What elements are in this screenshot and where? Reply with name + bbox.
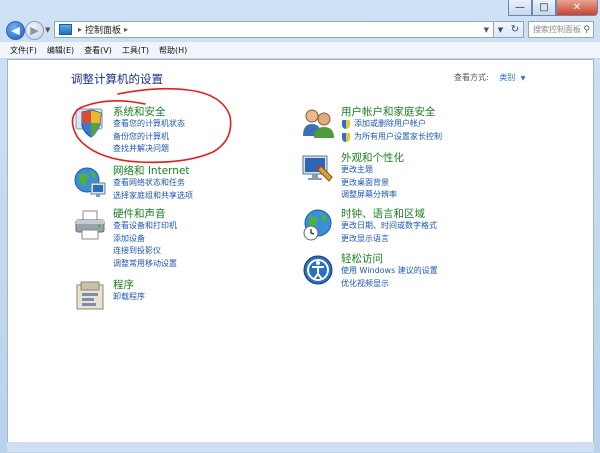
close-button[interactable]: ✕ [556,0,598,16]
category-title[interactable]: 外观和个性化 [341,150,404,165]
category-title[interactable]: 程序 [113,277,134,292]
link-connect-projector[interactable]: 连接到投影仪 [113,245,177,258]
link-backup-computer[interactable]: 备份您的计算机 [113,131,185,144]
forward-button[interactable]: ▶ [25,21,44,40]
maximize-button[interactable]: □ [532,0,556,16]
accessibility-icon[interactable] [301,253,335,287]
page-title: 调整计算机的设置 [71,72,163,86]
control-panel-window: — □ ✕ ◀ ▶ ▼ ▸ 控制面板 ▸ ▼ ▼ ↻ 搜索控制面板 ⚲ 文件(F… [0,0,600,452]
link-network-status[interactable]: 查看网络状态和任务 [113,177,193,190]
link-screen-resolution[interactable]: 调整屏幕分辨率 [341,189,397,202]
category-title[interactable]: 轻松访问 [341,251,383,266]
monitor-paint-icon[interactable] [301,152,335,186]
minimize-button[interactable]: — [508,0,532,16]
link-parental-controls[interactable]: 为所有用户设置家长控制 [341,131,442,144]
breadcrumb-control-panel[interactable]: 控制面板 [85,23,121,36]
link-uninstall-program[interactable]: 卸载程序 [113,291,145,304]
title-bar: — □ ✕ ◀ ▶ ▼ ▸ 控制面板 ▸ ▼ ▼ ↻ 搜索控制面板 ⚲ [0,0,600,42]
shield-computer-icon[interactable] [73,106,107,140]
recent-pages-dropdown[interactable]: ▼ [45,26,50,34]
link-view-computer-status[interactable]: 查看您的计算机状态 [113,118,185,131]
category-title[interactable]: 系统和安全 [113,104,166,119]
control-panel-content: 调整计算机的设置 查看方式: 类别 ▼ 系统和安全 查看您的计算机状态 备份您的… [7,59,594,452]
view-by-label: 查看方式: [454,73,489,82]
category-title[interactable]: 用户帐户和家庭安全 [341,104,436,119]
view-by: 查看方式: 类别 ▼ [454,72,525,83]
link-desktop-background[interactable]: 更改桌面背景 [341,177,397,190]
search-icon[interactable]: ⚲ [583,25,590,35]
link-change-theme[interactable]: 更改主题 [341,164,397,177]
chevron-down-icon[interactable]: ▼ [521,75,526,82]
link-devices-printers[interactable]: 查看设备和打印机 [113,220,177,233]
link-homegroup-sharing[interactable]: 选择家庭组和共享选项 [113,190,193,203]
link-troubleshoot[interactable]: 查找并解决问题 [113,143,185,156]
link-recommended-settings[interactable]: 使用 Windows 建议的设置 [341,265,438,278]
printer-icon[interactable] [73,208,107,242]
window-controls: — □ ✕ [508,0,598,16]
back-button[interactable]: ◀ [6,21,25,40]
link-display-language[interactable]: 更改显示语言 [341,233,437,246]
search-placeholder: 搜索控制面板 [533,25,581,34]
refresh-icon: ↻ [510,24,520,35]
view-by-dropdown[interactable]: 类别 [499,73,515,82]
link-add-device[interactable]: 添加设备 [113,233,177,246]
address-bar[interactable]: ▸ 控制面板 ▸ ▼ [54,21,494,38]
category-title[interactable]: 时钟、语言和区域 [341,206,425,221]
link-optimize-display[interactable]: 优化视频显示 [341,278,438,291]
menu-view[interactable]: 查看(V) [84,45,112,56]
search-input[interactable]: 搜索控制面板 ⚲ [528,21,594,38]
category-title[interactable]: 硬件和声音 [113,206,166,221]
control-panel-icon [59,24,72,35]
bottom-strip [7,442,594,452]
users-icon[interactable] [301,106,335,140]
network-globe-icon[interactable] [73,165,107,199]
link-mobility-settings[interactable]: 调整常用移动设置 [113,258,177,271]
link-add-remove-accounts[interactable]: 添加或删除用户帐户 [341,118,442,131]
menu-bar: 文件(F) 编辑(E) 查看(V) 工具(T) 帮助(H) [0,42,600,59]
back-arrow-icon: ◀ [11,24,20,37]
category-title[interactable]: 网络和 Internet [113,163,190,178]
address-dropdown-icon[interactable]: ▼ [484,26,489,34]
forward-arrow-icon: ▶ [30,24,39,37]
programs-icon[interactable] [73,279,107,313]
menu-edit[interactable]: 编辑(E) [47,45,74,56]
breadcrumb-chevron-icon[interactable]: ▸ [78,25,82,34]
menu-tools[interactable]: 工具(T) [122,45,149,56]
breadcrumb-chevron-icon[interactable]: ▸ [124,25,128,34]
clock-globe-icon[interactable] [301,208,335,242]
refresh-button[interactable]: ▼ ↻ [494,21,524,38]
menu-help[interactable]: 帮助(H) [159,45,187,56]
menu-file[interactable]: 文件(F) [10,45,37,56]
link-date-time-format[interactable]: 更改日期、时间或数字格式 [341,220,437,233]
history-dropdown-icon[interactable]: ▼ [498,26,503,34]
